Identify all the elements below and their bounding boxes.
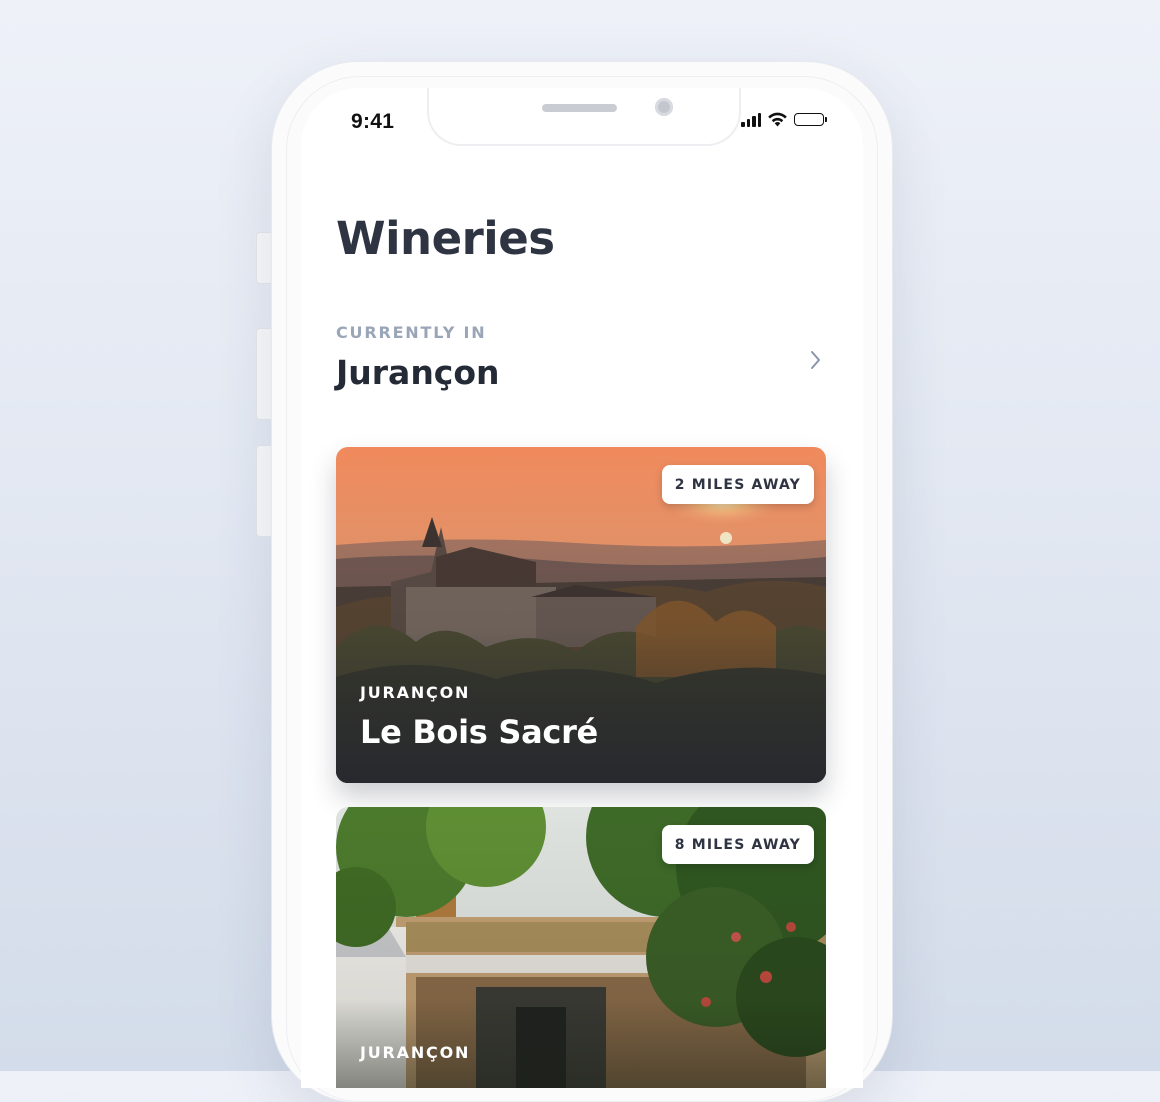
notch (427, 88, 741, 146)
winery-region: JURANÇON (360, 683, 471, 702)
distance-badge: 8 MILES AWAY (661, 825, 814, 864)
current-location-selector[interactable]: CURRENTLY IN Jurançon (336, 323, 828, 403)
front-camera (655, 98, 673, 116)
location-caption: CURRENTLY IN (336, 323, 487, 342)
winery-card[interactable]: 2 MILES AWAY JURANÇON Le Bois Sacré (336, 447, 826, 783)
winery-region: JURANÇON (360, 1043, 471, 1062)
winery-name: Le Bois Sacré (360, 713, 598, 751)
location-name: Jurançon (336, 353, 500, 392)
speaker-grille (542, 104, 617, 112)
page-title: Wineries (336, 212, 555, 265)
chevron-right-icon (811, 351, 820, 369)
distance-badge: 2 MILES AWAY (661, 465, 814, 504)
phone-screen: 9:41 Wineries CURRENTLY IN Jurançon 2 MI… (301, 88, 863, 1088)
status-time: 9:41 (351, 110, 395, 133)
wifi-icon (768, 112, 787, 127)
status-icons (741, 111, 827, 127)
winery-card[interactable]: 8 MILES AWAY JURANÇON (336, 807, 826, 1088)
battery-icon (794, 112, 827, 126)
cellular-signal-icon (741, 112, 761, 127)
